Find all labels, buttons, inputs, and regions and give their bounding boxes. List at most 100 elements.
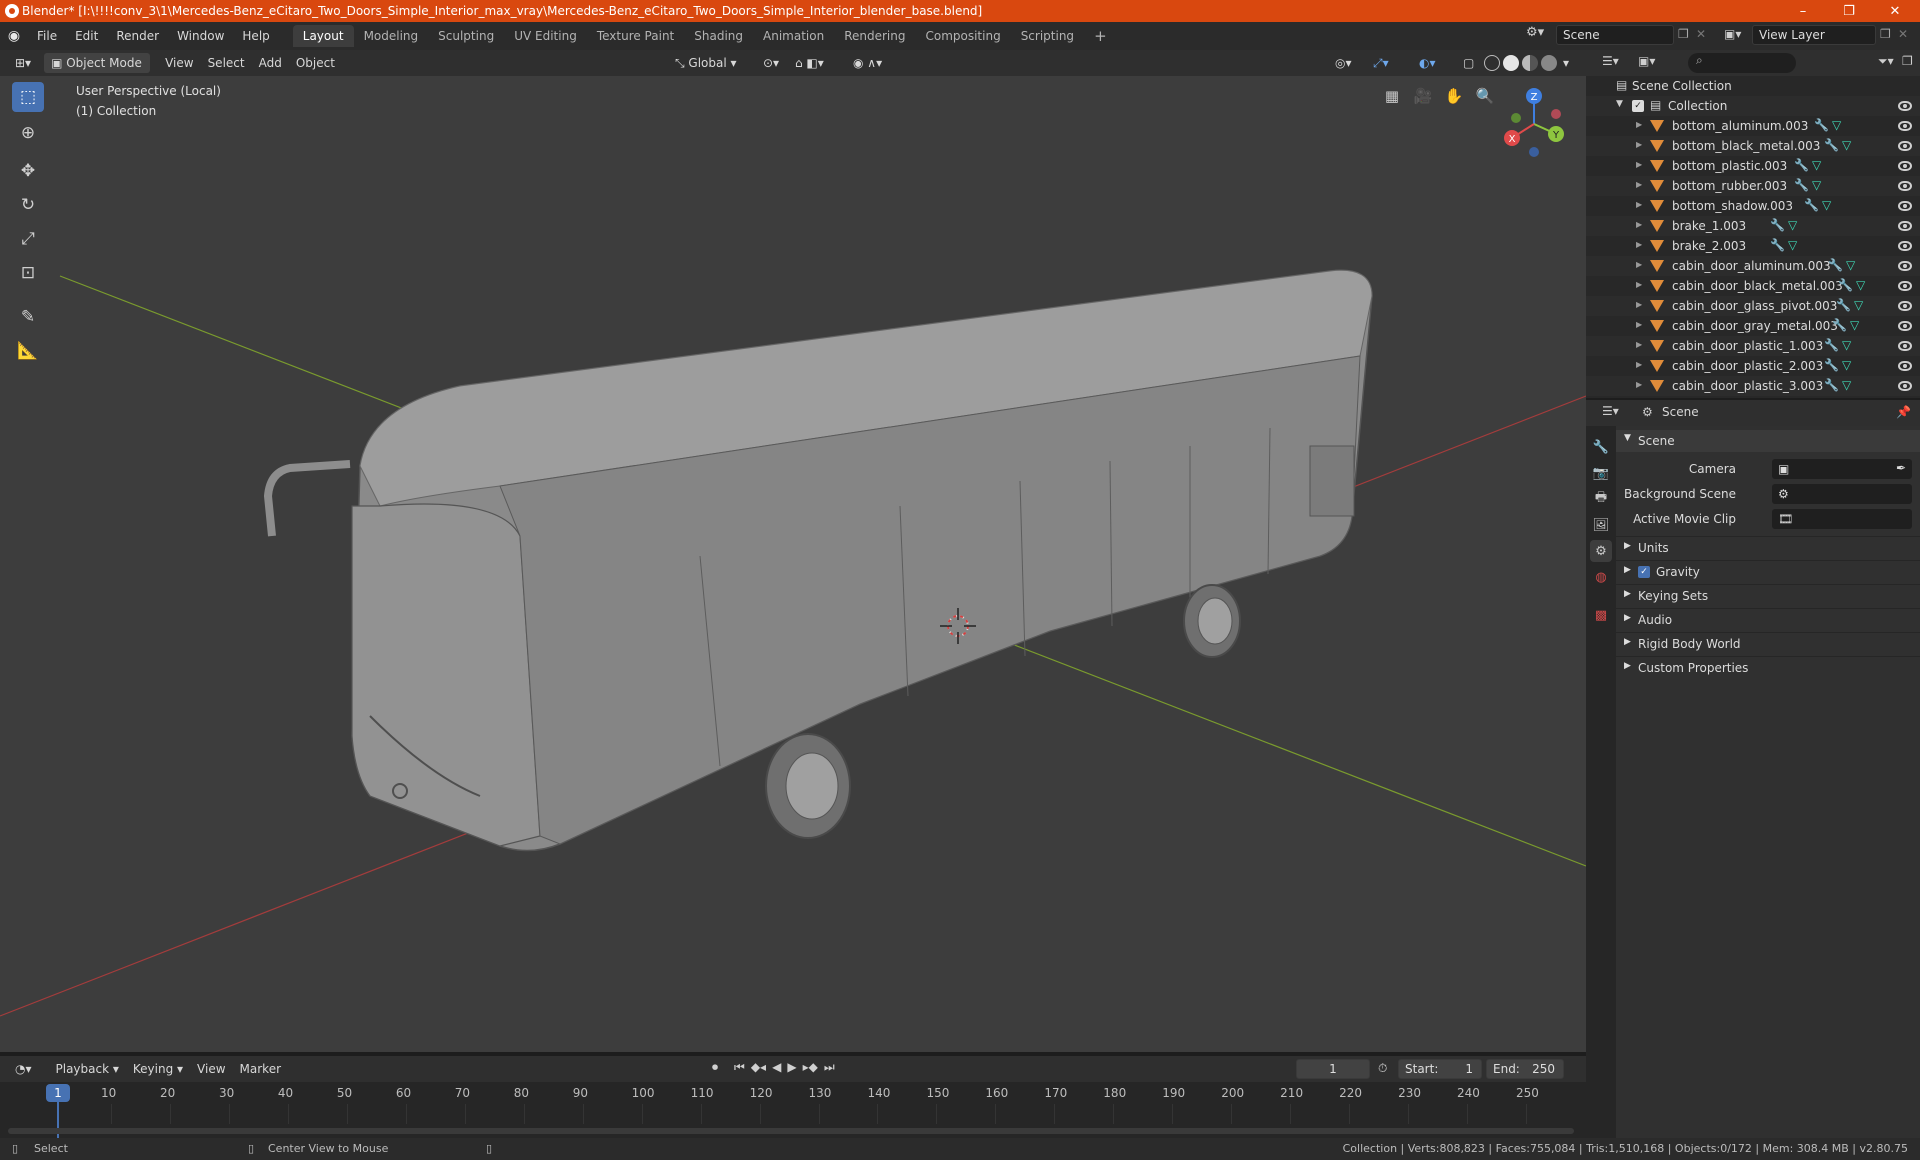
outliner-object-row[interactable]: ▶ cabin_door_glass_pivot.003 🔧 ▽ bbox=[1586, 296, 1920, 316]
properties-editor-type-icon[interactable]: ☰▾ bbox=[1602, 404, 1619, 418]
outliner-object-row[interactable]: ▶ cabin_door_plastic_2.003 🔧 ▽ bbox=[1586, 356, 1920, 376]
scene-new-icon[interactable]: ❐ bbox=[1678, 27, 1689, 41]
view-layer-tab-icon[interactable]: 🖼 bbox=[1590, 514, 1612, 536]
menu-select[interactable]: Select bbox=[201, 53, 252, 73]
record-icon[interactable]: ⏺ bbox=[712, 1060, 718, 1075]
mesh-data-icon[interactable]: ▽ bbox=[1832, 118, 1841, 132]
maximize-button[interactable]: ❐ bbox=[1826, 0, 1872, 22]
neg-y-axis-ball[interactable] bbox=[1511, 113, 1521, 123]
prev-keyframe-icon[interactable]: ◆◂ bbox=[751, 1060, 766, 1075]
eyedropper-icon[interactable]: ✒ bbox=[1896, 461, 1906, 475]
outliner[interactable]: ▤ Scene Collection ▼ ✓ ▤ Collection ▶ bot… bbox=[1586, 76, 1920, 398]
add-workspace-button[interactable]: + bbox=[1084, 25, 1117, 47]
3d-viewport[interactable]: User Perspective (Local) (1) Collection … bbox=[0, 76, 1586, 1052]
mesh-data-icon[interactable]: ▽ bbox=[1788, 238, 1797, 252]
expand-arrow-icon[interactable]: ▶ bbox=[1636, 160, 1642, 169]
view-layer-selector[interactable]: View Layer bbox=[1752, 25, 1876, 45]
shading-options-icon[interactable]: ▾ bbox=[1556, 53, 1576, 73]
world-tab-icon[interactable]: ◍ bbox=[1590, 566, 1612, 588]
texture-tab-icon[interactable]: ▩ bbox=[1590, 604, 1612, 626]
eye-icon[interactable] bbox=[1898, 101, 1912, 111]
scene-collection-row[interactable]: ▤ Scene Collection bbox=[1586, 76, 1920, 96]
modifier-wrench-icon[interactable]: 🔧 bbox=[1770, 218, 1785, 232]
eye-icon[interactable] bbox=[1898, 261, 1912, 271]
timeline-scrollbar[interactable] bbox=[8, 1128, 1574, 1134]
mesh-data-icon[interactable]: ▽ bbox=[1850, 318, 1859, 332]
mesh-data-icon[interactable]: ▽ bbox=[1822, 198, 1831, 212]
menu-view[interactable]: View bbox=[158, 53, 200, 73]
select-box-tool[interactable]: ⬚ bbox=[12, 82, 44, 112]
eye-icon[interactable] bbox=[1898, 381, 1912, 391]
jump-start-icon[interactable]: ⏮ bbox=[734, 1060, 745, 1075]
scene-tab-icon[interactable]: ⚙ bbox=[1590, 540, 1612, 562]
mesh-data-icon[interactable]: ▽ bbox=[1842, 358, 1851, 372]
scene-remove-icon[interactable]: ✕ bbox=[1696, 27, 1706, 41]
tab-uv-editing[interactable]: UV Editing bbox=[504, 25, 587, 47]
outliner-object-row[interactable]: ▶ bottom_aluminum.003 🔧 ▽ bbox=[1586, 116, 1920, 136]
gravity-checkbox[interactable]: ✓ bbox=[1638, 566, 1650, 578]
xray-icon[interactable]: ▢ bbox=[1456, 53, 1481, 73]
timeline-view-menu[interactable]: View bbox=[190, 1059, 232, 1079]
menu-object[interactable]: Object bbox=[289, 53, 342, 73]
solid-shading-icon[interactable] bbox=[1503, 55, 1519, 71]
cursor-tool[interactable]: ⊕ bbox=[12, 118, 44, 148]
mesh-data-icon[interactable]: ▽ bbox=[1812, 178, 1821, 192]
audio-panel-header[interactable]: ▶ Audio bbox=[1616, 608, 1920, 630]
tab-compositing[interactable]: Compositing bbox=[915, 25, 1010, 47]
keying-menu[interactable]: Keying ▾ bbox=[126, 1059, 190, 1079]
units-panel-header[interactable]: ▶ Units bbox=[1616, 536, 1920, 558]
mesh-data-icon[interactable]: ▽ bbox=[1812, 158, 1821, 172]
menu-file[interactable]: File bbox=[28, 25, 66, 47]
rigid-body-world-panel-header[interactable]: ▶ Rigid Body World bbox=[1616, 632, 1920, 654]
outliner-object-row[interactable]: ▶ cabin_door_black_metal.003 🔧 ▽ bbox=[1586, 276, 1920, 296]
camera-view-icon[interactable]: 🎥 bbox=[1409, 82, 1437, 110]
expand-arrow-icon[interactable]: ▶ bbox=[1636, 180, 1642, 189]
tab-shading[interactable]: Shading bbox=[684, 25, 753, 47]
wireframe-shading-icon[interactable] bbox=[1484, 55, 1500, 71]
eye-icon[interactable] bbox=[1898, 281, 1912, 291]
background-scene-field[interactable]: ⚙ bbox=[1772, 484, 1912, 504]
expand-arrow-icon[interactable]: ▶ bbox=[1636, 240, 1642, 249]
measure-tool[interactable]: 📐 bbox=[12, 336, 44, 366]
expand-arrow-icon[interactable]: ▶ bbox=[1636, 200, 1642, 209]
new-collection-icon[interactable]: ❐ bbox=[1902, 54, 1913, 68]
expand-arrow-icon[interactable]: ▶ bbox=[1636, 220, 1642, 229]
outliner-object-row[interactable]: ▶ cabin_door_aluminum.003 🔧 ▽ bbox=[1586, 256, 1920, 276]
current-frame-field[interactable]: 1 bbox=[1296, 1059, 1370, 1079]
tab-animation[interactable]: Animation bbox=[753, 25, 834, 47]
play-icon[interactable]: ▶ bbox=[787, 1060, 796, 1075]
outliner-search-input[interactable]: ⌕ bbox=[1688, 53, 1796, 73]
pan-view-icon[interactable]: ✋ bbox=[1440, 82, 1468, 110]
eye-icon[interactable] bbox=[1898, 341, 1912, 351]
transform-orientation-dropdown[interactable]: ⤡ Global ▾ bbox=[668, 53, 744, 73]
tab-modeling[interactable]: Modeling bbox=[354, 25, 429, 47]
mesh-data-icon[interactable]: ▽ bbox=[1856, 278, 1865, 292]
outliner-object-row[interactable]: ▶ bottom_shadow.003 🔧 ▽ bbox=[1586, 196, 1920, 216]
eye-icon[interactable] bbox=[1898, 301, 1912, 311]
output-tab-icon[interactable]: 🖶 bbox=[1590, 488, 1612, 510]
eye-icon[interactable] bbox=[1898, 321, 1912, 331]
scene-selector[interactable]: Scene bbox=[1556, 25, 1674, 45]
display-mode-icon[interactable]: ▣▾ bbox=[1638, 54, 1655, 68]
camera-field[interactable]: ▣ ✒ bbox=[1772, 459, 1912, 479]
outliner-object-row[interactable]: ▶ cabin_door_plastic_3.003 🔧 ▽ bbox=[1586, 376, 1920, 396]
tab-texture-paint[interactable]: Texture Paint bbox=[587, 25, 684, 47]
move-tool[interactable]: ✥ bbox=[12, 156, 44, 186]
expand-arrow-icon[interactable]: ▶ bbox=[1636, 120, 1642, 129]
editor-type-icon[interactable]: ⊞▾ bbox=[8, 53, 38, 73]
tab-rendering[interactable]: Rendering bbox=[834, 25, 915, 47]
modifier-wrench-icon[interactable]: 🔧 bbox=[1824, 358, 1839, 372]
modifier-wrench-icon[interactable]: 🔧 bbox=[1794, 158, 1809, 172]
custom-properties-panel-header[interactable]: ▶ Custom Properties bbox=[1616, 656, 1920, 678]
mesh-data-icon[interactable]: ▽ bbox=[1842, 378, 1851, 392]
view-layer-browse-icon[interactable]: ▣▾ bbox=[1724, 27, 1741, 41]
eye-icon[interactable] bbox=[1898, 361, 1912, 371]
view-layer-remove-icon[interactable]: ✕ bbox=[1898, 27, 1908, 41]
outliner-editor-type-icon[interactable]: ☰▾ bbox=[1602, 54, 1619, 68]
modifier-wrench-icon[interactable]: 🔧 bbox=[1838, 278, 1853, 292]
modifier-wrench-icon[interactable]: 🔧 bbox=[1814, 118, 1829, 132]
next-keyframe-icon[interactable]: ▸◆ bbox=[803, 1060, 818, 1075]
eye-icon[interactable] bbox=[1898, 141, 1912, 151]
expand-arrow-icon[interactable]: ▶ bbox=[1636, 320, 1642, 329]
expand-arrow-icon[interactable]: ▶ bbox=[1636, 300, 1642, 309]
